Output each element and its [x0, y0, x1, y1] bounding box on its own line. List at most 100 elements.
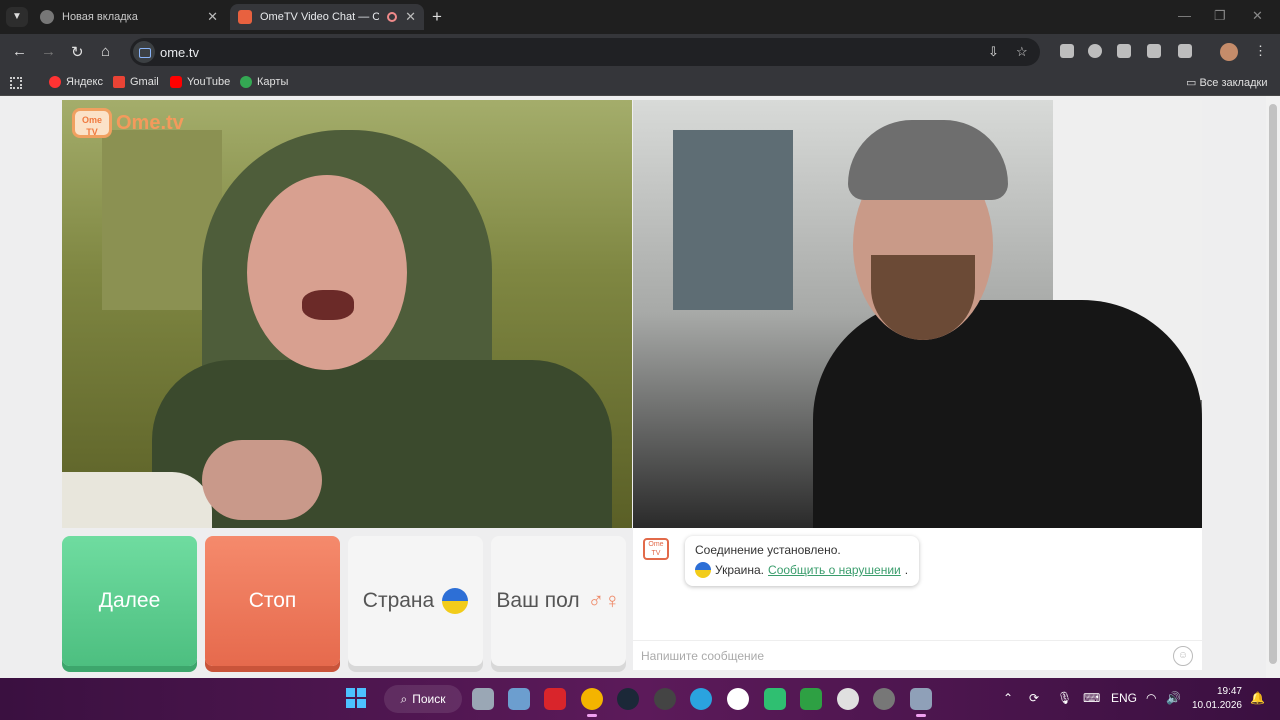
all-bookmarks[interactable]: ▭ Все закладки [1186, 76, 1267, 89]
close-tab-icon[interactable]: ✕ [405, 9, 416, 25]
ometv-favicon-icon [238, 10, 252, 24]
bookmarks-bar: Яндекс Gmail YouTube Карты ▭ Все закладк… [0, 70, 1280, 96]
gender-button[interactable]: Ваш пол ♂♀ [491, 536, 626, 666]
tab-title: Новая вкладка [62, 11, 138, 23]
home-icon[interactable]: ⌂ [101, 43, 110, 60]
yandex-icon [49, 76, 61, 88]
ukraine-flag-icon [695, 562, 711, 578]
language-indicator[interactable]: ENG [1111, 691, 1137, 705]
next-button[interactable]: Далее [62, 536, 197, 666]
maps-pin-icon [240, 76, 252, 88]
bookmark-label: YouTube [187, 76, 231, 88]
reload-icon[interactable]: ↻ [71, 43, 84, 61]
taskbar-search[interactable]: ⌕ Поиск [384, 685, 462, 713]
task-view-icon[interactable] [472, 688, 494, 710]
yandex-browser-icon[interactable] [727, 688, 749, 710]
bookmark-label: Яндекс [66, 76, 103, 88]
settings-gear-icon[interactable] [910, 688, 932, 717]
video-person-mouth [302, 290, 354, 320]
back-icon[interactable]: ← [12, 43, 27, 60]
page-scrollbar[interactable] [1266, 96, 1280, 678]
all-bookmarks-label: Все закладки [1199, 77, 1268, 89]
ometv-chat-logo-icon: Ome TV [643, 538, 669, 560]
chatgpt-icon[interactable] [837, 688, 859, 710]
bookmark-label: Gmail [130, 76, 159, 88]
system-clock[interactable]: 19:47 10.01.2026 [1190, 685, 1242, 713]
video-window [673, 130, 793, 310]
menu-kebab-icon[interactable]: ⋮ [1254, 43, 1267, 59]
bookmark-star-icon[interactable]: ☆ [1016, 44, 1028, 60]
bookmark-youtube[interactable]: YouTube [170, 76, 230, 88]
extension-ext-icon[interactable] [1060, 44, 1074, 58]
stop-button[interactable]: Стоп [205, 536, 340, 666]
extension-globe-icon[interactable] [1088, 44, 1102, 58]
report-abuse-link[interactable]: Сообщить о нарушении [768, 563, 901, 577]
tab-new-tab[interactable]: Новая вкладка ✕ [32, 4, 226, 30]
install-app-icon[interactable]: ⇩ [988, 44, 999, 60]
microphone-icon[interactable]: 🎙 [1057, 691, 1072, 705]
app-green-square-icon[interactable] [800, 688, 822, 710]
new-tab-button[interactable]: + [432, 7, 442, 27]
apps-grid-icon[interactable] [10, 77, 22, 89]
message-bar: ☺ [633, 640, 1202, 670]
url-text: ome.tv [160, 45, 200, 60]
address-bar[interactable]: ome.tv ⇩ ☆ [130, 38, 1040, 66]
system-message: Соединение установлено. Украина. Сообщит… [685, 536, 919, 586]
app-green-icon[interactable] [764, 688, 786, 710]
telegram-icon[interactable] [690, 688, 712, 710]
stranger-video: Ome TV Ome.tv [62, 100, 632, 528]
clock-time: 19:47 [1216, 686, 1242, 697]
browser-toolbar: ← → ↻ ⌂ ome.tv ⇩ ☆ ⋮ [0, 34, 1280, 70]
video-person-body [813, 300, 1202, 528]
scrollbar-thumb[interactable] [1269, 104, 1277, 664]
ukraine-flag-icon [442, 588, 469, 614]
bookmark-yandex[interactable]: Яндекс [49, 76, 103, 88]
forward-icon[interactable]: → [41, 43, 56, 60]
message-input[interactable] [641, 647, 1161, 665]
close-window-icon[interactable]: ✕ [1252, 8, 1263, 24]
site-info-icon[interactable] [133, 41, 155, 63]
tab-search-button[interactable]: ▼ [6, 7, 28, 27]
country-button[interactable]: Страна [348, 536, 483, 666]
extension-cloud-icon[interactable] [1147, 44, 1161, 58]
folder-icon: ▭ [1186, 77, 1200, 89]
tray-chevron-up-icon[interactable]: ⌃ [1003, 691, 1013, 705]
tab-title: OmeTV Video Chat — Ome [260, 11, 380, 23]
close-tab-icon[interactable]: ✕ [207, 9, 218, 25]
app-red-icon[interactable] [544, 688, 566, 710]
globe-icon [40, 10, 54, 24]
maximize-icon[interactable]: ❐ [1214, 8, 1226, 24]
keyboard-icon[interactable]: ⌨ [1083, 691, 1100, 705]
sync-icon[interactable]: ⟳ [1029, 691, 1039, 705]
notification-bell-icon[interactable]: 🔔 [1250, 691, 1265, 705]
chrome-icon[interactable] [581, 688, 603, 717]
connection-status: Соединение установлено. [695, 543, 841, 557]
stop-button-label: Стоп [248, 589, 297, 612]
wifi-icon[interactable]: ◠ [1146, 691, 1156, 705]
gender-button-label: Ваш пол [496, 589, 580, 612]
bookmark-maps[interactable]: Карты [240, 76, 288, 88]
profile-avatar[interactable] [1220, 43, 1238, 61]
bookmark-gmail[interactable]: Gmail [113, 76, 159, 88]
minimize-icon[interactable]: — [1178, 8, 1191, 23]
recording-icon [387, 12, 398, 22]
file-explorer-icon[interactable] [508, 688, 530, 710]
extensions-puzzle-icon[interactable] [1178, 44, 1192, 58]
speedometer-icon[interactable] [873, 688, 895, 710]
video-person-face [247, 175, 407, 370]
obs-icon[interactable] [654, 688, 676, 710]
emoji-icon[interactable]: ☺ [1173, 646, 1193, 666]
start-windows-icon[interactable] [346, 688, 366, 708]
tab-ometv[interactable]: OmeTV Video Chat — Ome ✕ [230, 4, 424, 30]
taskbar-search-label: Поиск [412, 692, 446, 706]
extension-vpn-icon[interactable] [1117, 44, 1131, 58]
self-video [633, 100, 1202, 528]
bookmark-label: Карты [257, 76, 289, 88]
chat-panel: Ome TV Соединение установлено. Украина. С… [633, 528, 1202, 670]
video-person-hair [848, 120, 1008, 200]
steam-icon[interactable] [617, 688, 639, 710]
report-suffix: . [904, 563, 909, 577]
country-button-label: Страна [362, 589, 435, 612]
volume-icon[interactable]: 🔊 [1166, 691, 1181, 705]
video-cup [62, 472, 212, 528]
